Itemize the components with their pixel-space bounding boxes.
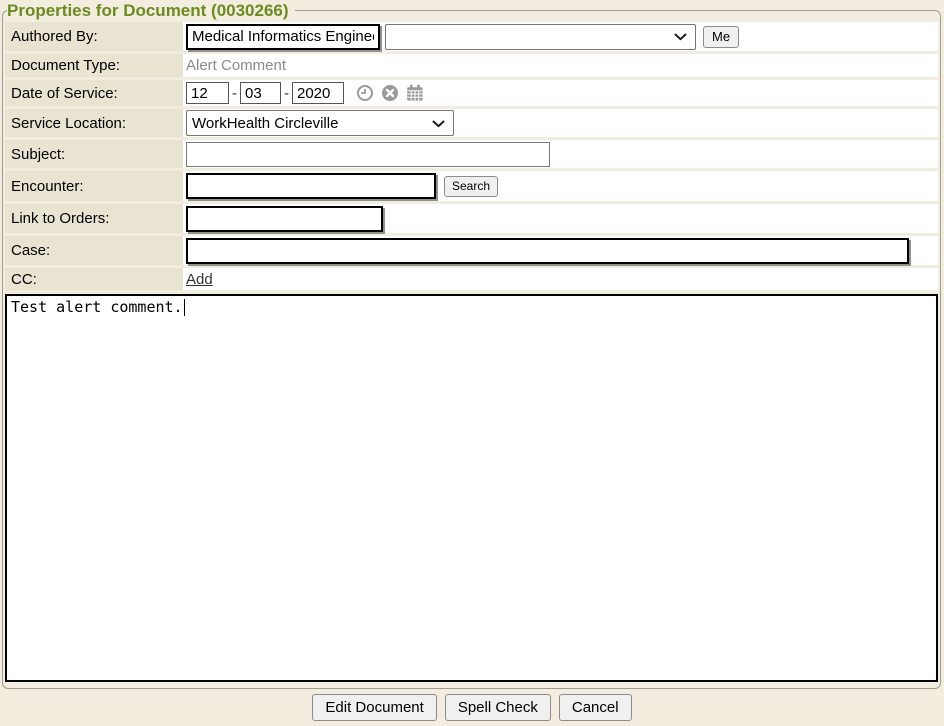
document-type-label: Document Type:	[5, 54, 183, 77]
row-date-of-service: Date of Service: - -	[5, 80, 938, 106]
service-location-select[interactable]: WorkHealth Circleville	[186, 110, 454, 136]
link-to-orders-label: Link to Orders:	[5, 204, 183, 233]
page-title: Properties for Document (0030266)	[7, 0, 295, 21]
spell-check-button[interactable]: Spell Check	[445, 694, 551, 721]
subject-input[interactable]	[186, 142, 550, 167]
row-case: Case:	[5, 236, 938, 265]
date-year-input[interactable]	[292, 82, 344, 104]
clock-icon[interactable]	[356, 84, 374, 102]
chevron-down-icon	[432, 115, 445, 132]
date-of-service-label: Date of Service:	[5, 80, 183, 106]
case-label: Case:	[5, 236, 183, 265]
date-day-input[interactable]	[240, 82, 281, 104]
authored-by-select[interactable]	[385, 24, 696, 50]
link-to-orders-input[interactable]	[186, 206, 383, 232]
cc-label: CC:	[5, 268, 183, 290]
document-properties-fieldset: Properties for Document (0030266) Author…	[2, 0, 941, 689]
clear-icon[interactable]	[381, 84, 399, 102]
cancel-button[interactable]: Cancel	[559, 694, 632, 721]
row-service-location: Service Location: WorkHealth Circleville	[5, 109, 938, 137]
encounter-input[interactable]	[186, 173, 436, 199]
row-authored-by: Authored By: Me	[5, 22, 938, 51]
row-link-to-orders: Link to Orders:	[5, 204, 938, 233]
document-text-area[interactable]: Test alert comment.	[5, 294, 938, 682]
authored-by-label: Authored By:	[5, 22, 183, 51]
search-button[interactable]: Search	[444, 176, 498, 197]
authored-by-input[interactable]	[186, 24, 380, 50]
subject-label: Subject:	[5, 140, 183, 168]
document-type-value: Alert Comment	[186, 57, 286, 74]
row-encounter: Encounter: Search	[5, 171, 938, 201]
text-caret	[184, 299, 185, 316]
encounter-label: Encounter:	[5, 171, 183, 201]
me-button[interactable]: Me	[703, 26, 739, 48]
cc-add-link[interactable]: Add	[186, 271, 213, 288]
date-month-input[interactable]	[186, 82, 229, 104]
chevron-down-icon	[674, 28, 687, 45]
date-separator: -	[284, 85, 289, 102]
properties-form: Authored By: Me Document Type: Alert Com…	[5, 22, 938, 290]
row-document-type: Document Type: Alert Comment	[5, 54, 938, 77]
edit-document-button[interactable]: Edit Document	[312, 694, 436, 721]
case-input[interactable]	[186, 238, 909, 264]
calendar-icon[interactable]	[406, 84, 424, 102]
action-button-bar: Edit Document Spell Check Cancel	[0, 694, 944, 721]
row-cc: CC: Add	[5, 268, 938, 290]
document-text: Test alert comment.	[11, 298, 183, 316]
service-location-select-value: WorkHealth Circleville	[192, 115, 338, 132]
service-location-label: Service Location:	[5, 109, 183, 137]
date-separator: -	[232, 85, 237, 102]
row-subject: Subject:	[5, 140, 938, 168]
